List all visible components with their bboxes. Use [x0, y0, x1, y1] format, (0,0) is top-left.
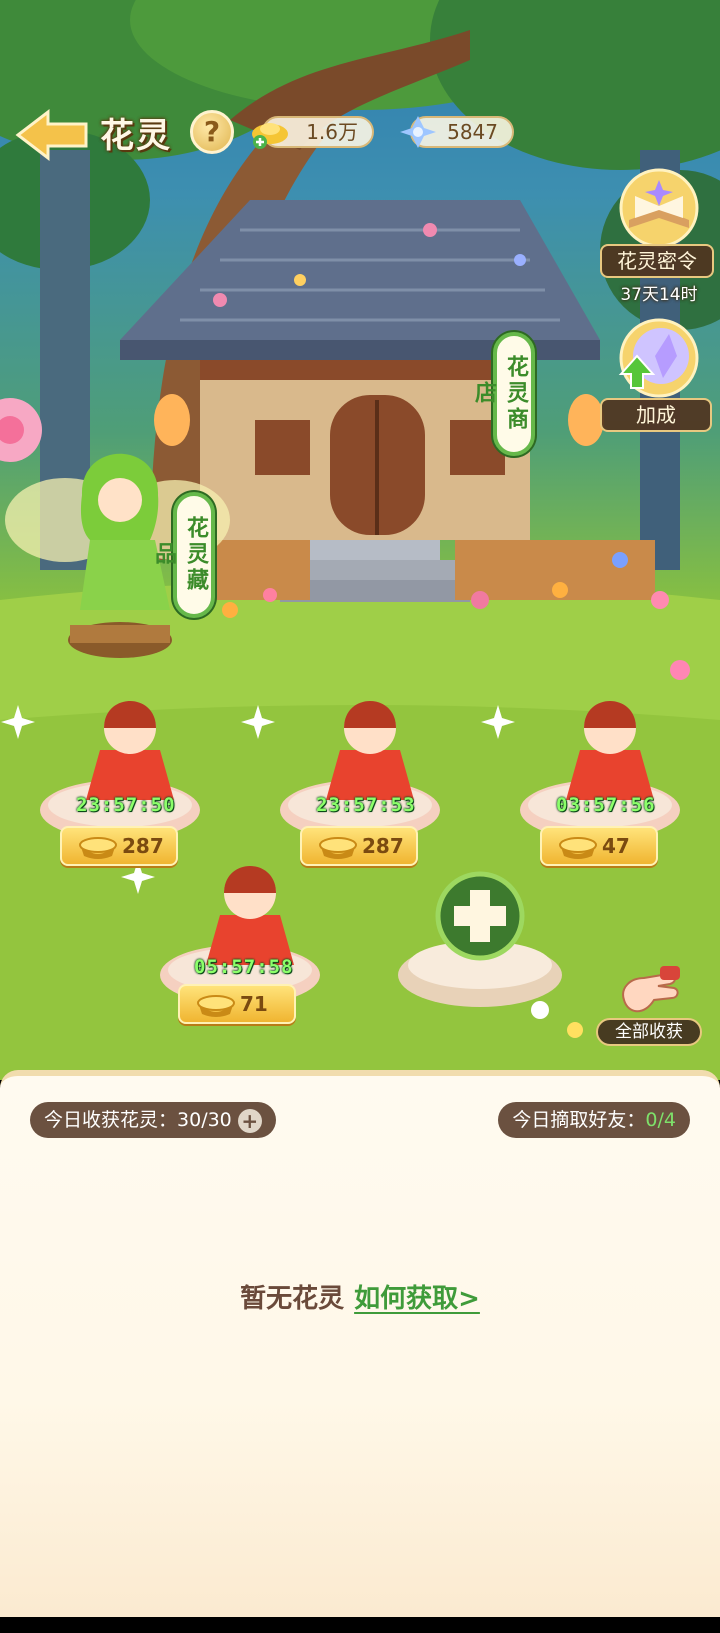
gold-ingot-icon [197, 995, 235, 1017]
plot-timer: 05:57:58 [194, 956, 294, 978]
crystal-currency[interactable]: 5847 [400, 116, 514, 148]
daily-harvest-counter: 今日收获花灵：30/30 + [30, 1102, 276, 1138]
gold-currency[interactable]: 1.6万 [252, 116, 374, 149]
plot-reward-amount: 287 [122, 834, 164, 858]
plot-reward-button[interactable]: 287 [300, 826, 418, 866]
empty-state: 暂无花灵 如何获取> [0, 1278, 720, 1315]
flower-order-label: 花灵密令 [600, 244, 714, 278]
plot-timer: 03:57:56 [556, 794, 656, 816]
plot-reward-amount: 287 [362, 834, 404, 858]
crystal-amount: 5847 [447, 120, 498, 144]
back-arrow-icon [15, 108, 88, 162]
bonus-button[interactable]: 加成 [600, 318, 714, 434]
plot-reward-button[interactable]: 47 [540, 826, 658, 866]
daily-harvest-label: 今日收获花灵： [44, 1109, 178, 1131]
add-harvest-icon[interactable]: + [237, 1108, 262, 1133]
garden-scene: 花灵 ? 1.6万 5847 花灵密令 37天14时 加成 花灵商店 花灵藏品 … [0, 0, 720, 1080]
page-title: 花灵 [100, 116, 172, 156]
plot-reward-button[interactable]: 71 [178, 984, 296, 1024]
flower-order-button[interactable]: 花灵密令 37天14时 [600, 168, 714, 308]
plot-timer: 23:57:53 [316, 794, 416, 816]
gold-ingot-icon [252, 123, 288, 149]
daily-friend-label: 今日摘取好友： [512, 1109, 646, 1131]
bonus-crystal-icon [618, 318, 699, 398]
back-button[interactable] [14, 108, 90, 162]
daily-friend-value: 0/4 [645, 1109, 676, 1131]
bonus-label: 加成 [600, 398, 712, 432]
how-to-obtain-link[interactable]: 如何获取> [354, 1284, 480, 1314]
collect-all-button[interactable]: 全部收获 [596, 960, 706, 1050]
book-icon [619, 168, 699, 248]
game-screen: 花灵 ? 1.6万 5847 花灵密令 37天14时 加成 花灵商店 花灵藏品 … [0, 0, 720, 1617]
spirit-list-panel: 今日收获花灵：30/30 + 今日摘取好友：0/4 暂无花灵 如何获取> [0, 1070, 720, 1617]
plot-reward-button[interactable]: 287 [60, 826, 178, 866]
empty-text: 暂无花灵 [240, 1284, 345, 1314]
hand-icon [622, 966, 680, 1013]
daily-harvest-value: 30/30 [177, 1109, 232, 1131]
flower-order-countdown: 37天14时 [620, 285, 698, 305]
gold-ingot-icon [319, 837, 357, 859]
collect-all-label: 全部收获 [596, 1018, 702, 1046]
top-bar: 花灵 ? 1.6万 5847 [0, 100, 720, 170]
crystal-flower-icon [400, 116, 436, 148]
flower-shop-sign[interactable]: 花灵商店 [471, 332, 535, 456]
gold-ingot-icon [559, 837, 597, 859]
plot-timer: 23:57:50 [76, 794, 176, 816]
daily-friend-counter: 今日摘取好友：0/4 [498, 1102, 690, 1138]
help-button[interactable]: ? [190, 110, 234, 154]
plot-reward-amount: 71 [240, 992, 268, 1016]
gold-ingot-icon [79, 837, 117, 859]
bottom-edge [0, 1617, 720, 1633]
plot-reward-amount: 47 [602, 834, 630, 858]
gold-amount: 1.6万 [306, 120, 358, 144]
flower-collection-sign[interactable]: 花灵藏品 [151, 492, 215, 618]
add-plot-button[interactable] [430, 866, 530, 966]
